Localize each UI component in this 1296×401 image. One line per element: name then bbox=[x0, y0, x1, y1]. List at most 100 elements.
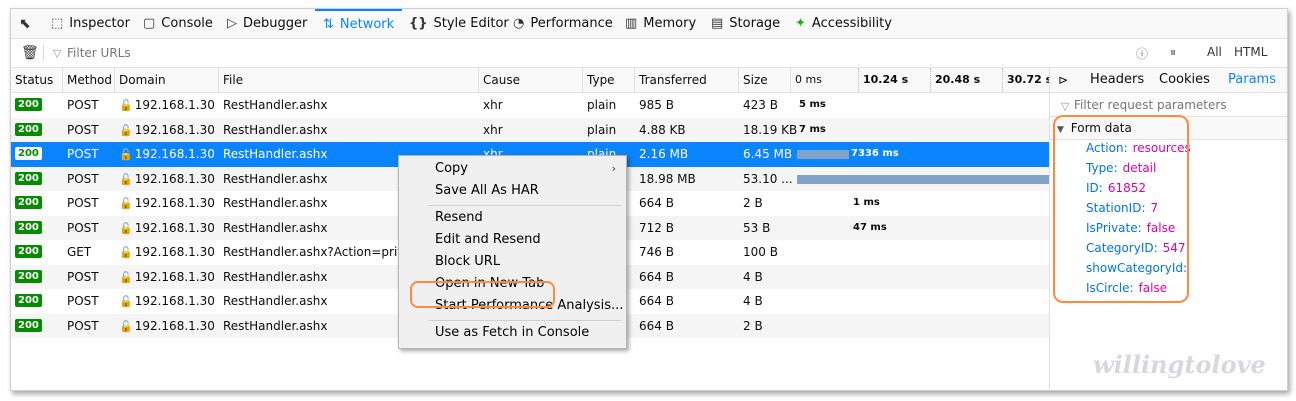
cell-method: POST bbox=[67, 314, 99, 339]
menu-item-copy[interactable]: Copy › bbox=[399, 158, 626, 180]
filter-params-input[interactable] bbox=[1058, 95, 1287, 115]
cell-domain: 🔓 192.168.1.30 bbox=[119, 240, 215, 266]
menu-item-save-all-as-har[interactable]: Save All As HAR bbox=[399, 180, 626, 202]
tab-accessibility[interactable]: ✦ Accessibility bbox=[795, 9, 892, 38]
table-row[interactable]: 200 POST 🔓 192.168.1.30 RestHandler.ashx xhr p… bbox=[11, 117, 1049, 143]
cell-transferred: 664 B bbox=[639, 314, 674, 339]
method-text: POST bbox=[67, 269, 99, 284]
cell-status: 200 bbox=[15, 142, 42, 167]
cell-size: 6.45 MB bbox=[743, 142, 792, 167]
filter-urls-input[interactable] bbox=[51, 44, 467, 62]
cell-status: 200 bbox=[15, 167, 42, 192]
help-icon[interactable]: ⓘ bbox=[1136, 45, 1148, 62]
cell-domain: 🔓 192.168.1.30 bbox=[119, 265, 215, 291]
column-method[interactable]: Method bbox=[63, 68, 115, 92]
size-text: 2 B bbox=[743, 196, 763, 210]
waterfall-timing-label: 7336 ms bbox=[851, 148, 899, 159]
insecure-lock-icon: 🔓 bbox=[119, 270, 133, 284]
console-icon: ▢ bbox=[143, 16, 156, 31]
file-text: RestHandler.ashx bbox=[223, 318, 328, 333]
column-type[interactable]: Type bbox=[583, 68, 635, 92]
tab-inspector[interactable]: ⬚ Inspector bbox=[51, 9, 130, 38]
cell-file: RestHandler.ashx bbox=[223, 191, 327, 216]
cell-file: RestHandler.ashx bbox=[223, 118, 327, 143]
insecure-lock-icon: 🔓 bbox=[119, 148, 133, 161]
method-text: POST bbox=[67, 147, 99, 161]
tab-params[interactable]: Params bbox=[1228, 68, 1276, 92]
status-badge: 200 bbox=[15, 318, 42, 332]
tab-storage[interactable]: ▤ Storage bbox=[711, 9, 780, 38]
menu-item-edit-and-resend[interactable]: Edit and Resend bbox=[399, 229, 626, 251]
tab-performance[interactable]: ◔ Performance bbox=[513, 9, 613, 38]
menu-item-use-as-fetch[interactable]: Use as Fetch in Console bbox=[399, 322, 626, 344]
size-text: 18.19 KB bbox=[743, 122, 798, 137]
status-badge: 200 bbox=[15, 245, 42, 258]
domain-text: 192.168.1.30 bbox=[134, 98, 215, 112]
trash-icon[interactable]: 🗑 bbox=[21, 45, 39, 61]
cell-transferred: 4.88 KB bbox=[639, 118, 686, 143]
waterfall-bar bbox=[797, 150, 849, 159]
status-badge: 200 bbox=[15, 220, 42, 234]
cell-transferred: 664 B bbox=[639, 191, 674, 216]
menu-separator bbox=[429, 205, 621, 206]
filter-html-button[interactable]: HTML bbox=[1234, 45, 1267, 59]
form-data-highlight bbox=[1053, 115, 1189, 303]
domain-text: 192.168.1.30 bbox=[134, 196, 215, 210]
cell-status: 200 bbox=[15, 93, 42, 118]
table-row[interactable]: 200 POST 🔓 192.168.1.30 RestHandler.ashx xhr p… bbox=[11, 93, 1049, 118]
file-text: RestHandler.ashx bbox=[223, 196, 328, 210]
insecure-lock-icon: 🔓 bbox=[119, 197, 133, 210]
cause-text: xhr bbox=[483, 122, 503, 137]
insecure-lock-icon: 🔓 bbox=[119, 246, 133, 259]
cell-status: 200 bbox=[15, 118, 42, 143]
element-picker-icon[interactable]: ⬉ bbox=[19, 9, 37, 38]
column-status[interactable]: Status bbox=[11, 68, 63, 92]
storage-icon: ▤ bbox=[711, 16, 724, 31]
column-size[interactable]: Size bbox=[739, 68, 791, 92]
tab-debugger[interactable]: ▷ Debugger bbox=[227, 9, 307, 38]
column-transferred[interactable]: Transferred bbox=[635, 68, 739, 92]
menu-item-block-url[interactable]: Block URL bbox=[399, 251, 626, 273]
insecure-lock-icon: 🔓 bbox=[119, 295, 133, 308]
cell-size: 53.10 ... bbox=[743, 167, 793, 192]
cell-size: 53 B bbox=[743, 216, 770, 241]
transferred-text: 746 B bbox=[639, 245, 674, 259]
pause-icon[interactable]: ⏸ bbox=[1170, 45, 1176, 60]
toggle-sidebar-icon[interactable]: ⊳ bbox=[1058, 68, 1068, 92]
tab-memory[interactable]: ▥ Memory bbox=[625, 9, 696, 38]
cell-domain: 🔓 192.168.1.30 bbox=[119, 216, 215, 242]
cell-transferred: 2.16 MB bbox=[639, 142, 688, 167]
transferred-text: 712 B bbox=[639, 220, 674, 235]
menu-separator bbox=[429, 320, 621, 321]
tab-network[interactable]: ⇅ Network bbox=[315, 9, 403, 38]
devtools-toolbar: ⬉ ⬚ Inspector ▢ Console ▷ Debugger ⇅ Network… bbox=[11, 9, 1287, 39]
cell-transferred: 985 B bbox=[639, 93, 674, 118]
cell-size: 2 B bbox=[743, 191, 763, 216]
tab-style-editor[interactable]: {} Style Editor bbox=[409, 9, 509, 38]
filter-all-button[interactable]: All bbox=[1207, 45, 1222, 59]
cell-domain: 🔓 192.168.1.30 bbox=[119, 289, 215, 315]
cell-domain: 🔓 192.168.1.30 bbox=[119, 314, 215, 340]
size-text: 4 B bbox=[743, 269, 763, 284]
menu-item-resend[interactable]: Resend bbox=[399, 207, 626, 229]
column-domain[interactable]: Domain bbox=[115, 68, 219, 92]
cell-transferred: 18.98 MB bbox=[639, 167, 696, 192]
cell-size: 4 B bbox=[743, 265, 763, 290]
cell-status: 200 bbox=[15, 314, 42, 339]
method-text: POST bbox=[67, 318, 99, 333]
cell-transferred: 746 B bbox=[639, 240, 674, 265]
column-file[interactable]: File bbox=[219, 68, 479, 92]
column-cause[interactable]: Cause bbox=[479, 68, 583, 92]
cell-file: RestHandler.ashx bbox=[223, 216, 327, 241]
method-text: POST bbox=[67, 196, 99, 210]
tab-headers[interactable]: Headers bbox=[1090, 68, 1144, 92]
cell-file: RestHandler.ashx bbox=[223, 167, 327, 192]
waterfall-timing-label: 7 ms bbox=[799, 123, 826, 135]
tab-cookies[interactable]: Cookies bbox=[1159, 68, 1210, 92]
cell-domain: 🔓 192.168.1.30 bbox=[119, 167, 215, 193]
domain-text: 192.168.1.30 bbox=[134, 171, 215, 186]
method-text: POST bbox=[67, 220, 99, 235]
tab-console[interactable]: ▢ Console bbox=[143, 9, 213, 38]
size-text: 2 B bbox=[743, 318, 763, 333]
transferred-text: 664 B bbox=[639, 318, 674, 333]
